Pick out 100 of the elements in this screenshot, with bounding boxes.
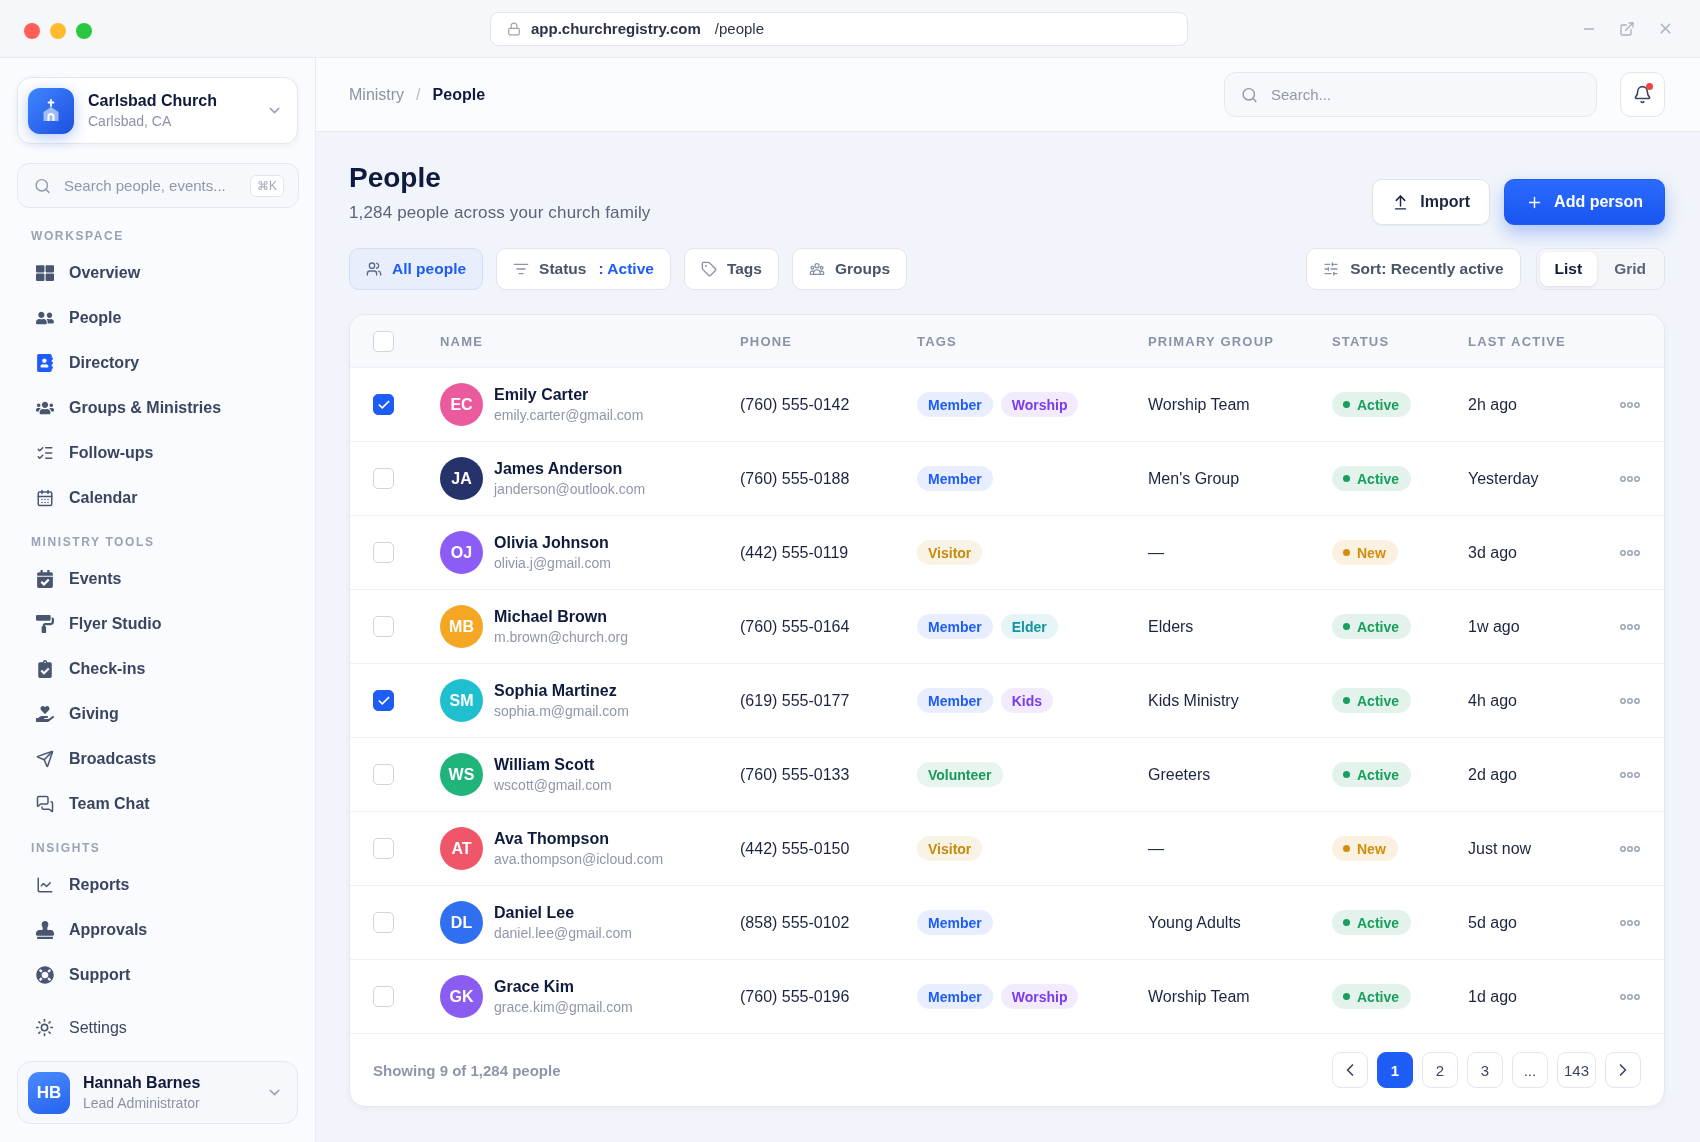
person-email: emily.carter@gmail.com	[494, 407, 644, 423]
clipboard-check-icon	[35, 659, 54, 678]
search-icon	[34, 177, 51, 194]
nav-item[interactable]: Settings	[17, 1005, 298, 1050]
filter-chip[interactable]: All people	[349, 248, 484, 290]
filter-chip[interactable]: Status : Active	[496, 248, 671, 290]
nav-item[interactable]: Broadcasts	[17, 736, 298, 781]
column-header: TAGS	[917, 333, 958, 349]
person-email: ava.thompson@icloud.com	[494, 851, 664, 867]
column-header: NAME	[440, 333, 485, 349]
previous-page-button[interactable]	[1331, 1052, 1368, 1088]
paint-roller-icon	[35, 614, 54, 633]
group-cell-text: Worship Team	[1148, 395, 1251, 414]
calendar-check-icon	[35, 569, 54, 588]
last-active-cell-text: 2d ago	[1468, 765, 1518, 784]
tag-icon	[700, 261, 717, 277]
nav-item[interactable]: Flyer Studio	[17, 601, 298, 646]
page-button[interactable]: 143	[1556, 1052, 1596, 1088]
avatar: EC	[440, 383, 483, 426]
phone-cell-text: (858) 555-0102	[740, 913, 851, 932]
page-button[interactable]: ...	[1511, 1052, 1548, 1088]
person-email: wscott@gmail.com	[494, 777, 612, 793]
nav-item[interactable]: Support	[17, 952, 298, 997]
status-pill: Active	[1332, 762, 1412, 787]
add-person-button[interactable]: Add person	[1504, 179, 1665, 225]
view-toggle-tab[interactable]: List	[1539, 252, 1598, 286]
nav-item[interactable]: People	[17, 295, 298, 340]
row-checkbox[interactable]	[373, 394, 394, 415]
last-active-cell-text: Yesterday	[1468, 469, 1540, 488]
window-minimize-icon[interactable]	[50, 22, 66, 39]
tag: Visitor	[917, 836, 983, 861]
page-subtitle: 1,284 people across your church family	[349, 203, 651, 223]
nav-item[interactable]: Approvals	[17, 907, 298, 952]
tag: Member	[917, 466, 993, 491]
person-name: Sophia Martinez	[494, 682, 618, 700]
more-icon	[1620, 845, 1640, 852]
breadcrumb-current: People	[432, 85, 486, 104]
phone-cell-text: (442) 555-0150	[740, 839, 851, 858]
search-field[interactable]: Search...	[1224, 72, 1597, 117]
select-all-checkbox[interactable]	[373, 330, 394, 352]
filter-icon	[513, 261, 530, 277]
status-pill: Active	[1332, 466, 1412, 491]
group-cell-text: Men's Group	[1148, 469, 1241, 488]
group-cell-text: —	[1148, 839, 1165, 858]
sort-button[interactable]: Sort: Recently active	[1306, 248, 1521, 290]
calendar-icon	[35, 488, 54, 507]
last-active-cell-text: 3d ago	[1468, 543, 1518, 562]
address-bar[interactable]: app.churchregistry.com /people	[490, 11, 1188, 46]
nav-item[interactable]: Giving	[17, 691, 298, 736]
group-icon	[808, 261, 825, 277]
row-checkbox[interactable]	[373, 690, 394, 711]
status-pill: Active	[1332, 614, 1412, 639]
window-zoom-icon[interactable]	[76, 22, 92, 39]
nav-item[interactable]: Calendar	[17, 475, 298, 520]
person-name: Ava Thompson	[494, 830, 610, 848]
phone-cell-text: (760) 555-0196	[740, 987, 851, 1006]
next-page-button[interactable]	[1605, 1052, 1641, 1088]
nav-item[interactable]: Directory	[17, 340, 298, 385]
more-icon	[1620, 623, 1640, 630]
group-cell-text: Young Adults	[1148, 913, 1242, 932]
status-pill: Active	[1332, 910, 1412, 935]
last-active-cell-text: 4h ago	[1468, 691, 1518, 710]
last-active-cell-text: 1d ago	[1468, 987, 1518, 1006]
person-name: Emily Carter	[494, 386, 590, 404]
bell-icon	[1633, 85, 1652, 104]
phone-cell-text: (760) 555-0133	[740, 765, 851, 784]
group-cell-text: —	[1148, 543, 1165, 562]
group-cell-text: Kids Ministry	[1148, 691, 1240, 710]
last-active-cell-text: 2h ago	[1468, 395, 1518, 414]
lock-icon	[507, 21, 521, 36]
group-cell-text: Elders	[1148, 617, 1195, 636]
chat-bubbles-icon	[35, 794, 54, 813]
nav-item[interactable]: Overview	[17, 250, 298, 295]
page-button[interactable]: 1	[1376, 1052, 1413, 1088]
avatar: HB	[28, 1071, 70, 1114]
notifications-button[interactable]	[1620, 72, 1665, 117]
window-close-icon[interactable]	[24, 22, 40, 39]
import-button[interactable]: Import	[1372, 179, 1491, 225]
filter-chip[interactable]: Groups	[791, 248, 908, 290]
phone-cell-text: (760) 555-0188	[740, 469, 851, 488]
nav-item[interactable]: Team Chat	[17, 781, 298, 826]
church-switcher[interactable]: Carlsbad Church Carlsbad, CA	[17, 77, 298, 144]
column-header: PHONE	[740, 333, 794, 349]
nav-item[interactable]: Reports	[17, 862, 298, 907]
page-button[interactable]: 3	[1466, 1052, 1503, 1088]
sliders-icon	[1323, 261, 1340, 277]
phone-cell-text: (619) 555-0177	[740, 691, 851, 710]
avatar: MB	[440, 605, 483, 648]
external-link-icon[interactable]	[1619, 20, 1635, 37]
nav-item[interactable]: Groups & Ministries	[17, 385, 298, 430]
avatar: SM	[440, 679, 483, 722]
lifebuoy-icon	[35, 965, 54, 984]
nav-item[interactable]: Check-ins	[17, 646, 298, 691]
page-button[interactable]: 2	[1421, 1052, 1458, 1088]
user-switcher[interactable]: HB Hannah Barnes Lead Administrator	[17, 1061, 298, 1124]
filter-chip[interactable]: Tags	[683, 248, 779, 290]
nav-item[interactable]: Events	[17, 556, 298, 601]
person-email: daniel.lee@gmail.com	[494, 925, 632, 941]
view-toggle-tab[interactable]: Grid	[1599, 252, 1661, 286]
nav-item[interactable]: Follow-ups	[17, 430, 298, 475]
